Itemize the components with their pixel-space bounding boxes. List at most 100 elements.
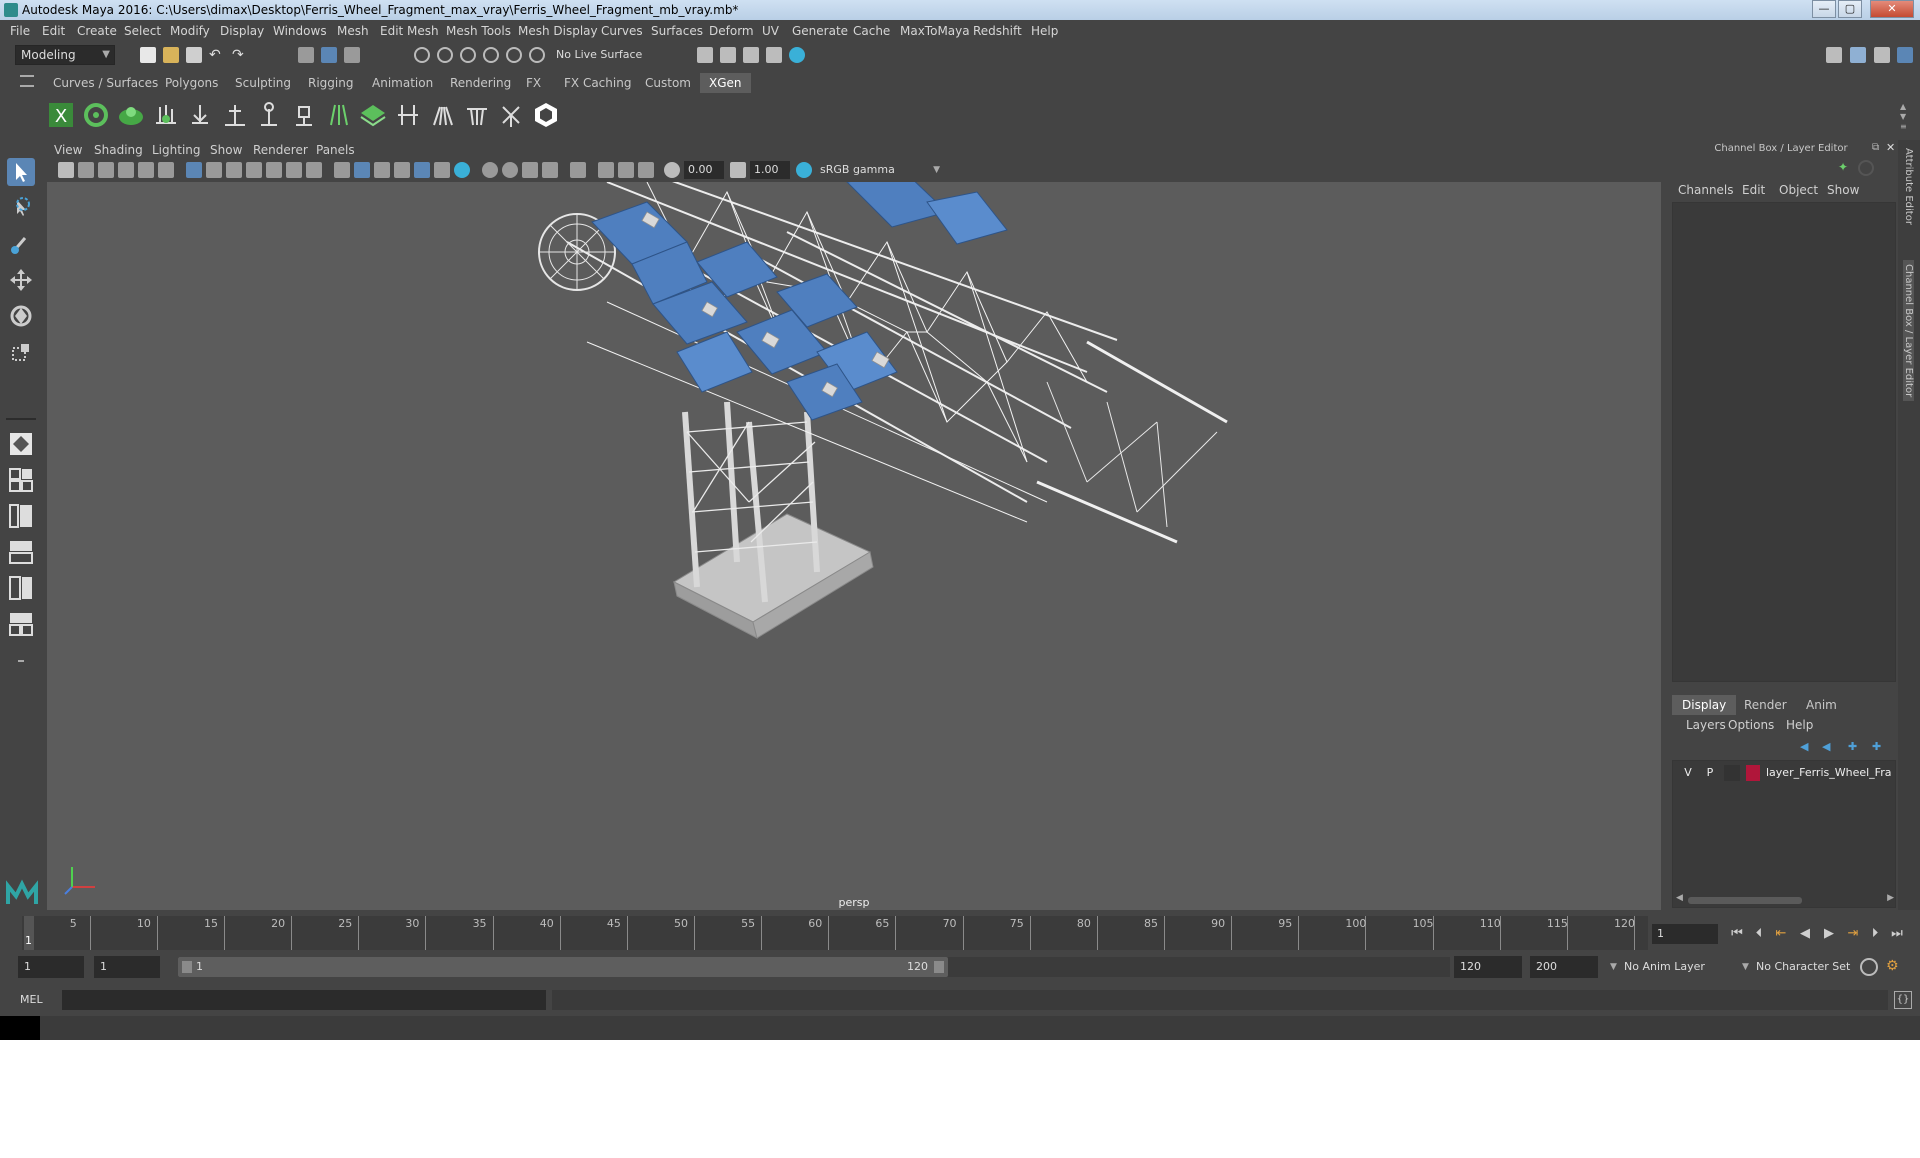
lock-length-icon[interactable] [255,101,283,129]
single-perspective-layout-icon[interactable] [7,430,35,458]
smooth-shade-icon[interactable] [354,162,370,178]
go-to-start-icon[interactable]: ⏮ [1728,925,1746,943]
layer-stack-icon[interactable] [359,101,387,129]
panel-menu-lighting[interactable]: Lighting [152,143,201,157]
depth-of-field-icon[interactable] [542,162,558,178]
select-by-component-icon[interactable] [344,47,360,63]
tab-render-layers[interactable]: Render [1734,695,1797,715]
render-settings-icon[interactable] [697,47,713,63]
xray-active-components-icon[interactable] [618,162,634,178]
tool-settings-toggle-icon[interactable] [1874,47,1890,63]
animation-start-field[interactable]: 1 [18,956,84,978]
menu-display[interactable]: Display [220,24,264,38]
shelf-scroll-icon[interactable]: ▲ ▼ ≡ [1900,102,1910,132]
image-plane-icon[interactable] [118,162,134,178]
live-surface-field[interactable]: No Live Surface [552,46,660,64]
default-material-icon[interactable] [374,162,390,178]
time-slider-track[interactable]: 1 5 10 15 20 25 30 35 40 45 50 55 60 65 70 75 80 85 90 95 1… [22,916,1648,950]
tab-curves-surfaces[interactable]: Curves / Surfaces [44,73,167,93]
rotate-tool-icon[interactable] [7,302,35,330]
tab-custom[interactable]: Custom [636,73,700,93]
cut-modifier-icon[interactable] [497,101,525,129]
gate-mask-icon[interactable] [246,162,262,178]
gamma-field[interactable]: 1.00 [750,161,790,179]
anti-aliasing-icon[interactable] [522,162,538,178]
playback-start-field[interactable]: 1 [94,956,160,978]
layer-type-toggle[interactable] [1724,765,1740,781]
channel-box-menu-edit[interactable]: Edit [1742,183,1765,197]
hypershade-icon[interactable] [789,47,805,63]
save-scene-icon[interactable] [186,47,202,63]
create-description-icon[interactable] [82,101,110,129]
bookmark-icon[interactable] [98,162,114,178]
xgen-preview-icon[interactable] [532,101,560,129]
panel-menu-view[interactable]: View [54,143,82,157]
render-view-icon[interactable] [720,47,736,63]
ipr-render-icon[interactable] [743,47,759,63]
script-editor-icon[interactable]: {} [1894,991,1912,1009]
persp-graph-layout-icon[interactable] [7,538,35,566]
select-by-object-icon[interactable] [321,47,337,63]
redo-icon[interactable]: ↷ [232,47,248,63]
tab-animation[interactable]: Animation [363,73,442,93]
snap-to-view-plane-icon[interactable] [483,47,499,63]
isolate-select-icon[interactable] [570,162,586,178]
channel-box-menu-show[interactable]: Show [1827,183,1859,197]
perspective-viewport[interactable]: persp [47,182,1661,910]
select-by-hierarchy-icon[interactable] [298,47,314,63]
cut-guides-icon[interactable] [394,101,422,129]
scale-tool-icon[interactable] [7,338,35,366]
layer-list-scrollbar[interactable]: ◀ ▶ [1676,893,1894,906]
panel-menu-panels[interactable]: Panels [316,143,355,157]
panel-menu-show[interactable]: Show [210,143,242,157]
range-end-handle[interactable] [934,961,944,973]
range-thumb[interactable]: 1 120 [178,957,948,977]
xray-joints-icon[interactable] [598,162,614,178]
channel-box-toggle-icon[interactable] [1897,47,1913,63]
snap-together-icon[interactable] [529,47,545,63]
layer-visibility-toggle[interactable]: V [1680,765,1696,781]
modeling-toolkit-icon[interactable] [1826,47,1842,63]
use-all-lights-icon[interactable] [434,162,450,178]
mode-dropdown[interactable]: Modeling ▼ [15,45,115,65]
tab-fx-caching[interactable]: FX Caching [555,73,640,93]
channel-box-menu-channels[interactable]: Channels [1678,183,1734,197]
persp-outliner-layout-icon[interactable] [7,502,35,530]
menu-windows[interactable]: Windows [273,24,327,38]
layer-playback-toggle[interactable]: P [1702,765,1718,781]
command-input[interactable] [62,990,546,1010]
go-to-end-icon[interactable]: ⏭ [1888,925,1906,943]
menu-mesh-display[interactable]: Mesh Display [518,24,598,38]
animation-end-field[interactable]: 200 [1530,956,1598,978]
attribute-editor-toggle-icon[interactable] [1850,47,1866,63]
animation-preferences-icon[interactable]: ⚙ [1886,958,1904,976]
layer-color-swatch[interactable] [1746,765,1760,781]
maximize-button[interactable]: ▢ [1838,0,1862,18]
step-forward-frame-icon[interactable]: ⏵ [1866,925,1884,943]
move-layer-up-icon[interactable]: ◀ [1800,740,1816,754]
layer-menu-help[interactable]: Help [1786,718,1813,732]
auto-key-icon[interactable] [1860,958,1878,976]
menu-redshift[interactable]: Redshift [973,24,1022,38]
gamma-icon[interactable] [730,162,746,178]
panel-menu-shading[interactable]: Shading [94,143,143,157]
undo-icon[interactable]: ↶ [209,47,225,63]
step-back-key-icon[interactable]: ⇤ [1772,925,1790,943]
paint-select-tool-icon[interactable] [7,230,35,258]
channel-box-menu-object[interactable]: Object [1779,183,1818,197]
menu-maxtomaya[interactable]: MaxToMaya [900,24,970,38]
xgen-window-icon[interactable]: X [47,101,75,129]
shadows-icon[interactable] [454,162,470,178]
menu-file[interactable]: File [10,24,30,38]
tab-display-layers[interactable]: Display [1672,695,1737,715]
guides-to-curves-icon[interactable] [325,101,353,129]
shelf-menu-icon[interactable] [20,75,34,87]
camera-icon[interactable] [58,162,74,178]
clump-modifier-icon[interactable] [428,101,456,129]
menu-mesh-tools[interactable]: Mesh Tools [446,24,511,38]
new-layer-selected-icon[interactable]: ✚ [1872,740,1888,754]
side-tab-channel-box[interactable]: Channel Box / Layer Editor [1903,260,1914,402]
camera-attributes-icon[interactable] [78,162,94,178]
move-layer-down-icon[interactable]: ◀ [1822,740,1838,754]
step-forward-key-icon[interactable]: ⇥ [1844,925,1862,943]
